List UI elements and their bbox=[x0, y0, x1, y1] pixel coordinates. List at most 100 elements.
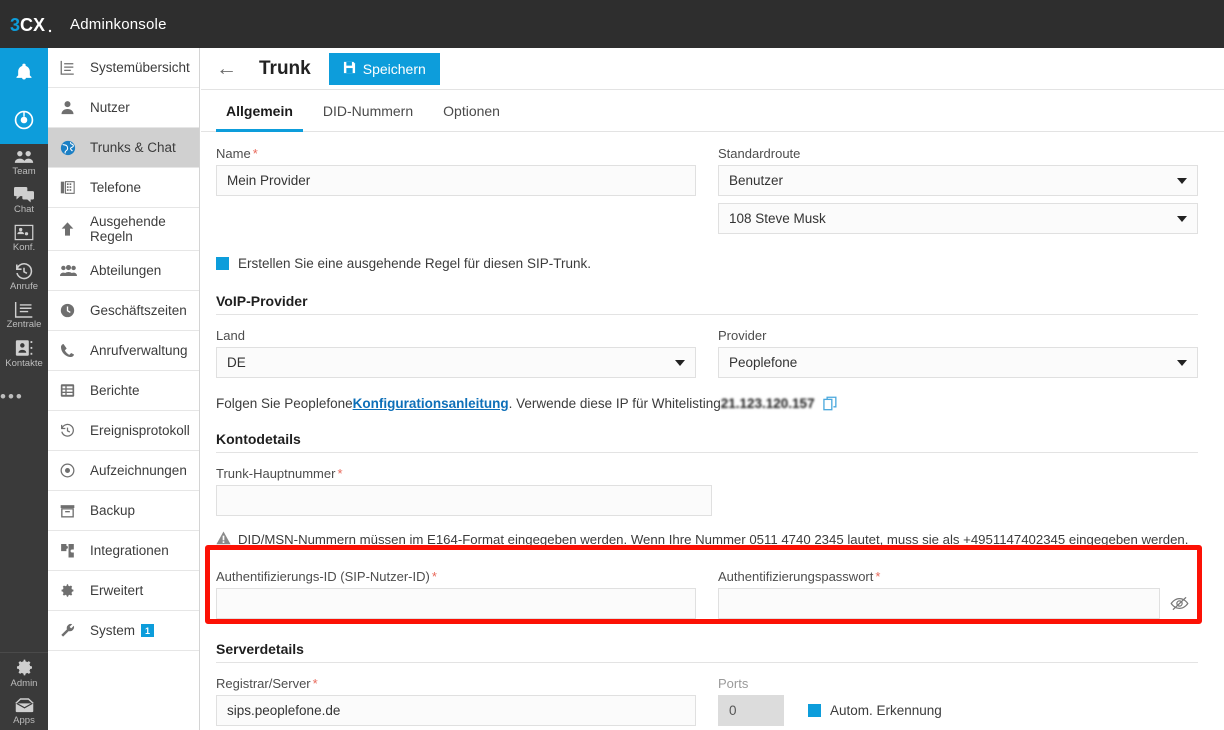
sidebar-item-systemuebersicht[interactable]: Systemübersicht bbox=[48, 48, 199, 88]
sidebar-item-ereignisprotokoll[interactable]: Ereignisprotokoll bbox=[48, 411, 199, 451]
tab-bar: Allgemein DID-Nummern Optionen bbox=[201, 90, 1224, 132]
rail-item-contacts[interactable]: Kontakte bbox=[0, 334, 48, 373]
rail-top-group bbox=[0, 48, 48, 144]
save-button-label: Speichern bbox=[363, 61, 426, 77]
outbound-rule-checkbox-row[interactable]: Erstellen Sie eine ausgehende Regel für … bbox=[216, 256, 1198, 271]
e164-warning: DID/MSN-Nummern müssen im E164-Format ei… bbox=[216, 531, 1198, 548]
app-title: Adminkonsole bbox=[70, 16, 167, 33]
sidebar-item-ausgehende-regeln[interactable]: Ausgehende Regeln bbox=[48, 208, 199, 251]
admin-console-page: 3 CX Adminkonsole bbox=[0, 0, 1224, 730]
e164-warning-text: DID/MSN-Nummern müssen im E164-Format ei… bbox=[238, 532, 1188, 547]
rail-more-button[interactable]: ••• bbox=[0, 373, 48, 407]
rail-item-admin[interactable]: Admin bbox=[0, 653, 48, 693]
rail-item-switchboard[interactable]: Zentrale bbox=[0, 296, 48, 334]
archive-icon bbox=[60, 504, 82, 518]
trunk-main-number-group: Trunk-Hauptnummer* bbox=[216, 466, 712, 516]
standardroute-destination-select[interactable]: 108 Steve Musk bbox=[718, 203, 1198, 234]
tab-optionen[interactable]: Optionen bbox=[433, 90, 510, 132]
rail-label-chat: Chat bbox=[14, 204, 34, 215]
back-button[interactable]: ← bbox=[216, 58, 237, 79]
sidebar-label-abteilungen: Abteilungen bbox=[90, 263, 161, 278]
outbound-rule-checkbox-label: Erstellen Sie eine ausgehende Regel für … bbox=[238, 256, 591, 271]
sidebar-label-telefone: Telefone bbox=[90, 180, 141, 195]
apps-icon bbox=[14, 698, 35, 714]
sidebar-item-abteilungen[interactable]: Abteilungen bbox=[48, 251, 199, 291]
trunk-main-number-label: Trunk-Hauptnummer* bbox=[216, 466, 712, 481]
hint-middle: . Verwende diese IP für Whitelisting bbox=[509, 396, 721, 411]
sidebar-label-system: System bbox=[90, 623, 135, 638]
eye-off-icon[interactable] bbox=[1160, 588, 1198, 619]
chevron-down-icon bbox=[1177, 360, 1187, 366]
auth-id-label-text: Authentifizierungs-ID (SIP-Nutzer-ID) bbox=[216, 569, 430, 584]
sidebar-label-integrationen: Integrationen bbox=[90, 543, 169, 558]
3cx-logo[interactable]: 3 CX bbox=[10, 12, 54, 36]
ports-input: 0 bbox=[718, 695, 784, 726]
auth-id-input[interactable] bbox=[216, 588, 696, 619]
auth-password-label: Authentifizierungspasswort* bbox=[718, 569, 1198, 584]
departments-icon bbox=[60, 264, 82, 277]
whitelist-ip-value: 21.123.120.157 bbox=[721, 396, 815, 411]
puzzle-icon bbox=[60, 543, 82, 558]
standardroute-value: Benutzer bbox=[729, 173, 783, 188]
auto-detect-checkbox[interactable] bbox=[808, 704, 821, 717]
standardroute-select[interactable]: Benutzer bbox=[718, 165, 1198, 196]
sidebar-label-ausgehende-regeln: Ausgehende Regeln bbox=[90, 214, 191, 244]
sidebar-item-telefone[interactable]: Telefone bbox=[48, 168, 199, 208]
auth-password-input[interactable] bbox=[718, 588, 1160, 619]
switchboard-icon bbox=[14, 301, 34, 318]
registrar-label-text: Registrar/Server bbox=[216, 676, 311, 691]
rail-label-kontakte: Kontakte bbox=[5, 358, 43, 369]
arrow-up-icon bbox=[60, 221, 82, 237]
chevron-down-icon bbox=[675, 360, 685, 366]
team-icon bbox=[14, 149, 34, 165]
sidebar-item-geschaeftszeiten[interactable]: Geschäftszeiten bbox=[48, 291, 199, 331]
land-select[interactable]: DE bbox=[216, 347, 696, 378]
rail-label-team: Team bbox=[12, 166, 35, 177]
auth-password-wrap bbox=[718, 588, 1198, 619]
sidebar-item-system[interactable]: System 1 bbox=[48, 611, 199, 651]
section-serverdetails: Serverdetails bbox=[216, 641, 1198, 663]
browser-icon[interactable] bbox=[0, 96, 48, 144]
sidebar-label-anrufverwaltung: Anrufverwaltung bbox=[90, 343, 188, 358]
auth-id-required-marker: * bbox=[432, 569, 437, 584]
tab-did-nummern[interactable]: DID-Nummern bbox=[313, 90, 423, 132]
name-input[interactable]: Mein Provider bbox=[216, 165, 696, 196]
rail-item-conference[interactable]: Konf. bbox=[0, 219, 48, 257]
tab-allgemein[interactable]: Allgemein bbox=[216, 90, 303, 132]
trunk-main-number-input[interactable] bbox=[216, 485, 712, 516]
sidebar-item-trunks-chat[interactable]: Trunks & Chat bbox=[48, 128, 199, 168]
row-server: Registrar/Server* sips.peoplefone.de Por… bbox=[216, 676, 1198, 726]
sidebar-item-aufzeichnungen[interactable]: Aufzeichnungen bbox=[48, 451, 199, 491]
standardroute-label: Standardroute bbox=[718, 146, 1198, 161]
outbound-rule-checkbox[interactable] bbox=[216, 257, 229, 270]
rail-item-calls[interactable]: Anrufe bbox=[0, 257, 48, 296]
provider-select[interactable]: Peoplefone bbox=[718, 347, 1198, 378]
konfigurationsanleitung-link[interactable]: Konfigurationsanleitung bbox=[353, 396, 509, 411]
hint-prefix: Folgen Sie Peoplefone bbox=[216, 396, 353, 411]
main-content: ← Trunk Speichern Allgemein DID-Nummern … bbox=[201, 48, 1224, 730]
rail-bottom-group: Admin Apps bbox=[0, 652, 48, 730]
bell-icon bbox=[14, 62, 34, 82]
rail-items: Team Chat Konf. bbox=[0, 144, 48, 407]
chevron-down-icon bbox=[1177, 216, 1187, 222]
copy-icon[interactable] bbox=[823, 396, 838, 411]
registrar-input[interactable]: sips.peoplefone.de bbox=[216, 695, 696, 726]
sidebar-item-backup[interactable]: Backup bbox=[48, 491, 199, 531]
rail-item-apps[interactable]: Apps bbox=[0, 693, 48, 730]
top-bar: 3 CX Adminkonsole bbox=[0, 0, 1224, 48]
auto-detect-row[interactable]: Autom. Erkennung bbox=[808, 703, 942, 718]
sidebar-label-aufzeichnungen: Aufzeichnungen bbox=[90, 463, 187, 478]
sidebar-item-berichte[interactable]: Berichte bbox=[48, 371, 199, 411]
save-button[interactable]: Speichern bbox=[329, 53, 440, 85]
rail-item-chat[interactable]: Chat bbox=[0, 181, 48, 219]
provider-hint: Folgen Sie Peoplefone Konfigurationsanle… bbox=[216, 396, 1198, 411]
name-label: Name* bbox=[216, 146, 696, 161]
sidebar-item-erweitert[interactable]: Erweitert bbox=[48, 571, 199, 611]
rail-item-team[interactable]: Team bbox=[0, 144, 48, 181]
notifications-icon[interactable] bbox=[0, 48, 48, 96]
sidebar-item-anrufverwaltung[interactable]: Anrufverwaltung bbox=[48, 331, 199, 371]
svg-text:3: 3 bbox=[10, 15, 20, 35]
rail-label-zentrale: Zentrale bbox=[7, 319, 42, 330]
sidebar-item-nutzer[interactable]: Nutzer bbox=[48, 88, 199, 128]
sidebar-item-integrationen[interactable]: Integrationen bbox=[48, 531, 199, 571]
